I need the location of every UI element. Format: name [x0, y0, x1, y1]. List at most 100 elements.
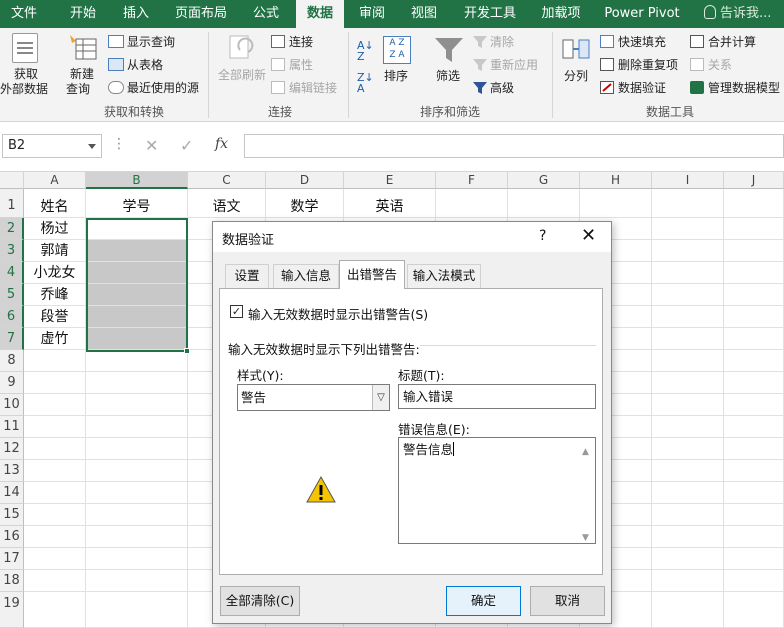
row-header-14[interactable]: 14: [0, 482, 24, 504]
style-select[interactable]: 警告 ▽: [237, 384, 390, 411]
cell-j9[interactable]: [724, 372, 784, 394]
cell-b12[interactable]: [86, 438, 188, 460]
cell-j13[interactable]: [724, 460, 784, 482]
column-header-b[interactable]: B: [86, 172, 188, 189]
column-header-h[interactable]: H: [580, 172, 652, 189]
properties-button[interactable]: 属性: [289, 57, 313, 73]
row-header-7[interactable]: 7: [0, 328, 24, 350]
remove-duplicates-button[interactable]: 删除重复项: [618, 57, 678, 73]
tab-page-layout[interactable]: 页面布局: [168, 0, 234, 28]
cell-h1[interactable]: [580, 189, 652, 218]
cell-b10[interactable]: [86, 394, 188, 416]
ok-button[interactable]: 确定: [446, 586, 521, 616]
cell-i13[interactable]: [652, 460, 724, 482]
tab-file[interactable]: 文件: [0, 0, 48, 28]
flash-fill-button[interactable]: 快速填充: [618, 34, 666, 50]
cell-b11[interactable]: [86, 416, 188, 438]
cell-i10[interactable]: [652, 394, 724, 416]
cell-a18[interactable]: [24, 570, 86, 592]
formula-input[interactable]: [244, 134, 784, 158]
advanced-button[interactable]: 高级: [490, 80, 514, 96]
cell-b16[interactable]: [86, 526, 188, 548]
tab-input-message[interactable]: 输入信息: [273, 264, 339, 288]
row-header-13[interactable]: 13: [0, 460, 24, 482]
chevron-down-icon[interactable]: [88, 144, 96, 149]
cell-b19[interactable]: [86, 592, 188, 628]
cell-g1[interactable]: [508, 189, 580, 218]
cell-i3[interactable]: [652, 240, 724, 262]
cell-i5[interactable]: [652, 284, 724, 306]
clear-button[interactable]: 清除: [490, 34, 514, 50]
cell-a7[interactable]: 虚竹: [24, 328, 86, 350]
cell-b8[interactable]: [86, 350, 188, 372]
help-icon[interactable]: ?: [539, 228, 546, 244]
row-header-3[interactable]: 3: [0, 240, 24, 262]
cell-c1[interactable]: 语文: [188, 189, 266, 218]
sort-za-icon[interactable]: Z↓ A: [357, 72, 374, 94]
cell-i18[interactable]: [652, 570, 724, 592]
tab-review[interactable]: 审阅: [352, 0, 392, 28]
cell-i19[interactable]: [652, 592, 724, 628]
filter-button[interactable]: 筛选: [436, 68, 460, 84]
column-header-d[interactable]: D: [266, 172, 344, 189]
sort-az-icon[interactable]: A↓ Z: [357, 40, 374, 62]
tell-me-search[interactable]: 告诉我...: [704, 0, 771, 28]
column-header-j[interactable]: J: [724, 172, 784, 189]
edit-links-button[interactable]: 编辑链接: [289, 80, 337, 96]
cancel-formula-icon[interactable]: ✕: [145, 136, 158, 155]
chevron-down-icon[interactable]: ▽: [372, 385, 389, 410]
cell-a3[interactable]: 郭靖: [24, 240, 86, 262]
tab-power-pivot[interactable]: Power Pivot: [598, 0, 686, 28]
cell-i7[interactable]: [652, 328, 724, 350]
row-header-9[interactable]: 9: [0, 372, 24, 394]
row-header-4[interactable]: 4: [0, 262, 24, 284]
cell-a1[interactable]: 姓名: [24, 189, 86, 218]
cell-j12[interactable]: [724, 438, 784, 460]
name-box[interactable]: B2: [2, 134, 102, 158]
tab-formulas[interactable]: 公式: [244, 0, 288, 28]
enter-formula-icon[interactable]: ✓: [180, 136, 193, 155]
cell-a4[interactable]: 小龙女: [24, 262, 86, 284]
cell-j18[interactable]: [724, 570, 784, 592]
cell-a17[interactable]: [24, 548, 86, 570]
row-header-11[interactable]: 11: [0, 416, 24, 438]
cell-i12[interactable]: [652, 438, 724, 460]
row-header-10[interactable]: 10: [0, 394, 24, 416]
cell-a13[interactable]: [24, 460, 86, 482]
tab-ime-mode[interactable]: 输入法模式: [407, 264, 481, 288]
reapply-button[interactable]: 重新应用: [490, 57, 538, 73]
row-header-16[interactable]: 16: [0, 526, 24, 548]
row-header-12[interactable]: 12: [0, 438, 24, 460]
cell-j2[interactable]: [724, 218, 784, 240]
scrollbar[interactable]: ▲ ▼: [578, 438, 595, 543]
cell-j1[interactable]: [724, 189, 784, 218]
row-header-18[interactable]: 18: [0, 570, 24, 592]
column-header-i[interactable]: I: [652, 172, 724, 189]
cell-a19[interactable]: [24, 592, 86, 628]
tab-error-alert[interactable]: 出错警告: [339, 260, 405, 289]
cell-a14[interactable]: [24, 482, 86, 504]
cell-j4[interactable]: [724, 262, 784, 284]
cell-f1[interactable]: [436, 189, 508, 218]
cell-j8[interactable]: [724, 350, 784, 372]
insert-function-icon[interactable]: fx: [215, 136, 228, 152]
cell-i8[interactable]: [652, 350, 724, 372]
row-header-15[interactable]: 15: [0, 504, 24, 526]
cell-j5[interactable]: [724, 284, 784, 306]
row-header-1[interactable]: 1: [0, 189, 24, 218]
column-header-c[interactable]: C: [188, 172, 266, 189]
cell-j16[interactable]: [724, 526, 784, 548]
cell-b1[interactable]: 学号: [86, 189, 188, 218]
cell-j3[interactable]: [724, 240, 784, 262]
cell-b13[interactable]: [86, 460, 188, 482]
tab-view[interactable]: 视图: [404, 0, 444, 28]
cell-a16[interactable]: [24, 526, 86, 548]
close-icon[interactable]: ✕: [581, 225, 596, 246]
cell-j14[interactable]: [724, 482, 784, 504]
cell-b18[interactable]: [86, 570, 188, 592]
data-validation-button[interactable]: 数据验证: [618, 80, 666, 96]
row-header-6[interactable]: 6: [0, 306, 24, 328]
cell-i4[interactable]: [652, 262, 724, 284]
cell-a6[interactable]: 段誉: [24, 306, 86, 328]
cell-b15[interactable]: [86, 504, 188, 526]
